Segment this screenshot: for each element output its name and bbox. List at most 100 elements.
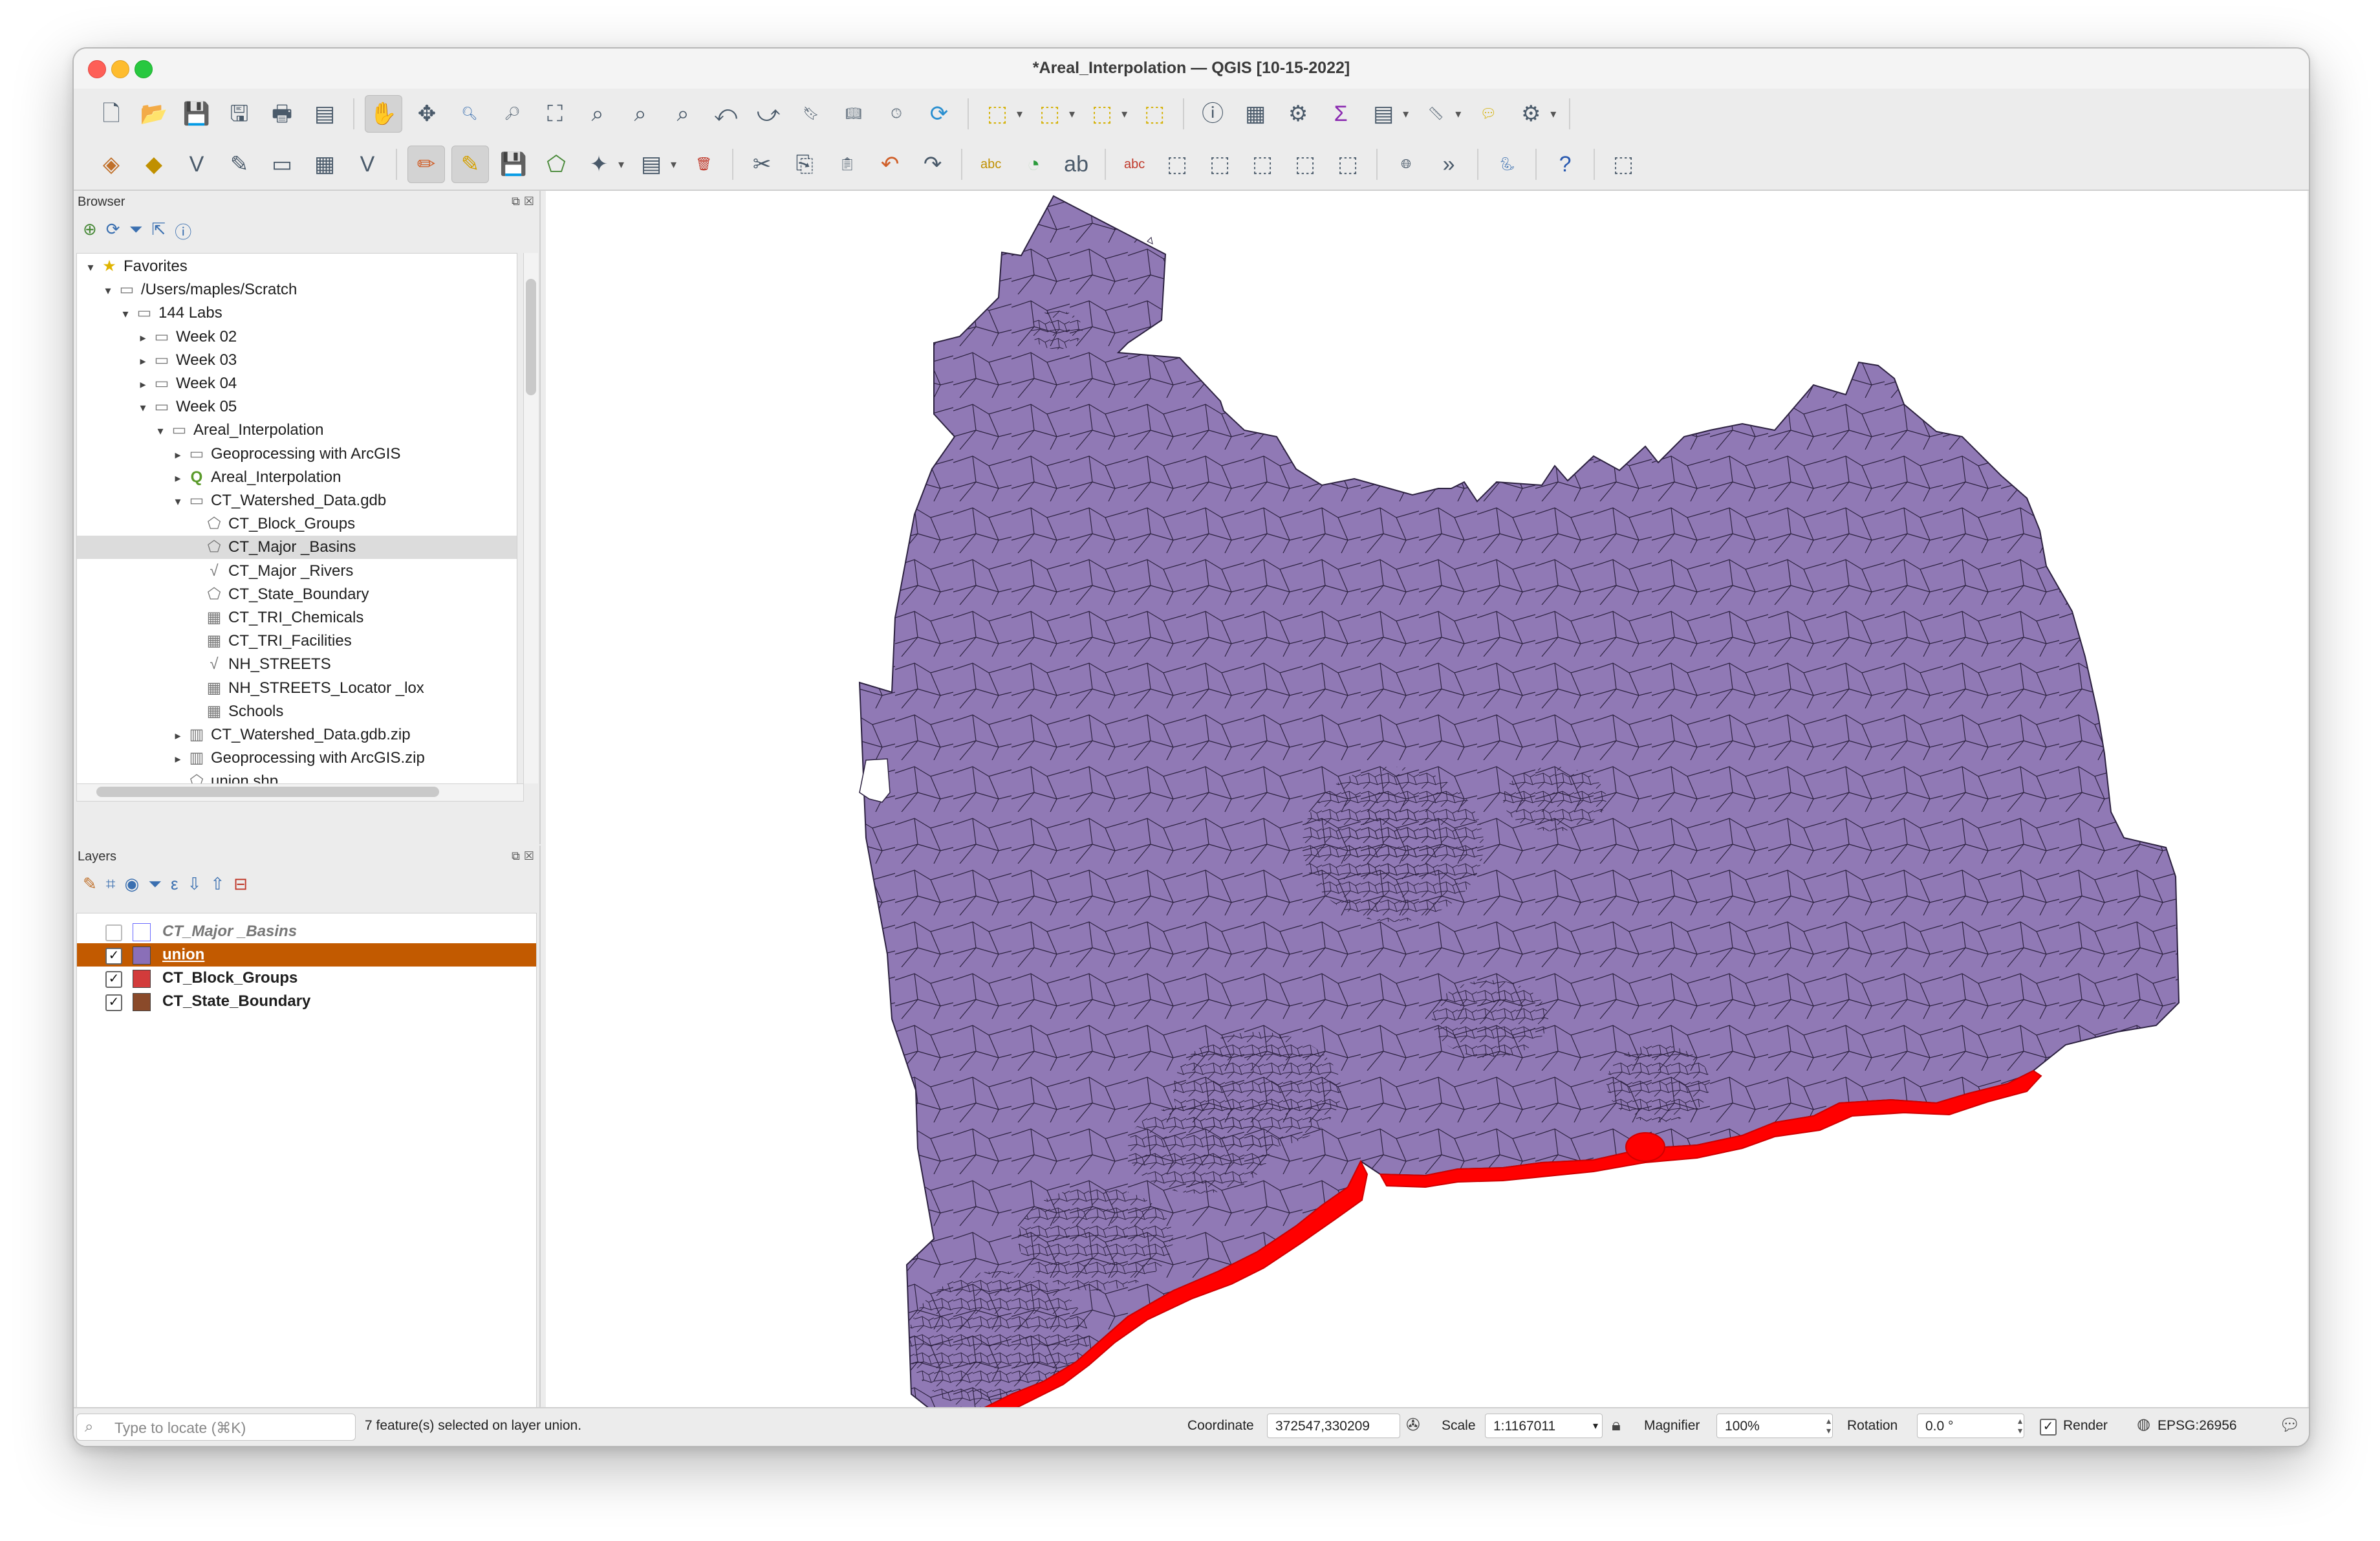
redo-icon[interactable]: ↷ (914, 146, 951, 182)
expand-arrow-icon[interactable]: ▾ (100, 279, 116, 302)
refresh-icon[interactable]: ⟳ (921, 96, 957, 132)
new-vector-tile-icon[interactable]: V (349, 146, 385, 182)
pin-labels-icon[interactable]: ab (1058, 146, 1094, 182)
expand-arrow-icon[interactable]: ▾ (135, 396, 151, 419)
copy-features-icon[interactable]: ⎘ (786, 146, 823, 182)
layer-symbol-swatch[interactable] (133, 970, 151, 988)
label-tool-icon[interactable]: abc (973, 146, 1009, 182)
select-location-icon[interactable]: ⬚ (1136, 96, 1173, 132)
globe-icon[interactable]: 🌐︎ (1388, 146, 1424, 182)
new-virtual-layer-icon[interactable]: ▦ (307, 146, 343, 182)
expand-arrow-icon[interactable]: ▸ (135, 373, 151, 396)
layer-visibility-checkbox[interactable]: ✓ (105, 994, 122, 1011)
browser-item[interactable]: ▦ CT_TRI_Chemicals (77, 606, 364, 629)
plugins-icon[interactable]: ⬚ (1605, 146, 1641, 182)
locator-search[interactable]: ⌕ Type to locate (⌘K) (76, 1414, 356, 1441)
new-temp-layer-icon[interactable]: ▭ (264, 146, 300, 182)
paste-features-icon[interactable]: 📋︎ (829, 146, 865, 182)
expand-arrow-icon[interactable]: ▾ (117, 302, 134, 325)
zoom-layer-icon[interactable]: ⌕ (622, 96, 658, 132)
browser-item[interactable]: ⬠ CT_Block_Groups (77, 512, 356, 536)
vertex-tool-icon[interactable]: ✦ (581, 146, 617, 182)
deselect-icon[interactable]: ⬚ (1084, 96, 1120, 132)
toggle-editing-icon[interactable]: ✎ (451, 146, 489, 183)
change-label-icon[interactable]: ⬚ (1244, 146, 1281, 182)
style-manager-icon[interactable]: ✎ (83, 874, 97, 895)
remove-layer-icon[interactable]: ⊟ (233, 874, 248, 895)
layer-visibility-checkbox[interactable] (105, 924, 122, 941)
browser-item[interactable]: ▾ ▭ Week 05 (77, 395, 237, 419)
rotation-spinner-icon[interactable]: ▴ ▾ (2018, 1416, 2022, 1436)
map-svg[interactable] (546, 191, 2308, 1447)
layer-row[interactable]: ✓ CT_State_Boundary (77, 990, 536, 1013)
annotation-tool-icon[interactable]: ⬚ (1330, 146, 1366, 182)
open-table-dropdown-icon[interactable]: ▾ (1403, 107, 1409, 121)
expand-arrow-icon[interactable]: ▸ (169, 747, 186, 770)
cut-features-icon[interactable]: ✂ (744, 146, 780, 182)
show-hide-labels-icon[interactable]: abc (1116, 146, 1152, 182)
new-geopackage-icon[interactable]: ◆ (136, 146, 172, 182)
browser-item[interactable]: ▸ ▥ Geoprocessing with ArcGIS.zip (77, 747, 424, 770)
show-layout-dropdown-icon[interactable]: ▾ (1550, 107, 1556, 121)
close-panel-icon[interactable]: ☒ (524, 195, 534, 208)
map-tips-icon[interactable]: 💬︎ (1470, 96, 1506, 132)
help-icon[interactable]: ? (1547, 146, 1583, 182)
save-project-icon[interactable]: 💾 (178, 96, 215, 132)
statistical-summary-icon[interactable]: Σ (1323, 96, 1359, 132)
browser-item[interactable]: ▾ ▭ CT_Watershed_Data.gdb (77, 489, 386, 512)
new-bookmark-icon[interactable]: 🔖︎ (793, 96, 829, 132)
layout-manager-icon[interactable]: ▤ (307, 96, 343, 132)
browser-item[interactable]: ▸ ▭ Week 02 (77, 325, 237, 349)
save-edits-icon[interactable]: 💾 (495, 146, 532, 182)
browser-item[interactable]: ▦ CT_TRI_Facilities (77, 629, 352, 653)
vertex-tool-dropdown-icon[interactable]: ▾ (618, 158, 624, 171)
python-console-icon[interactable]: 🐍︎ (1489, 146, 1525, 182)
coordinate-field[interactable]: 372547,330209 (1267, 1414, 1400, 1438)
save-as-icon[interactable]: 🖫 (221, 96, 257, 132)
highlight-pinned-icon[interactable]: ⬚ (1287, 146, 1323, 182)
zoom-native-icon[interactable]: ⌕ (665, 96, 701, 132)
select-by-value-dropdown-icon[interactable]: ▾ (1069, 107, 1075, 121)
map-canvas[interactable] (546, 191, 2308, 1447)
browser-item[interactable]: ▦ NH_STREETS_Locator _lox (77, 677, 424, 700)
browser-item[interactable]: √ NH_STREETS (77, 653, 330, 676)
layer-row[interactable]: ✓ CT_Block_Groups (77, 967, 536, 990)
browser-item[interactable]: ▾ ▭ /Users/maples/Scratch (77, 278, 297, 301)
browser-item[interactable]: ▸ ▭ Week 03 (77, 349, 237, 372)
browser-item[interactable]: ▸ ▭ Geoprocessing with ArcGIS (77, 443, 400, 466)
lock-scale-icon[interactable]: 🔒︎ (1612, 1415, 1621, 1436)
select-features-dropdown-icon[interactable]: ▾ (1017, 107, 1022, 121)
zoom-full-icon[interactable]: ⛶ (537, 96, 573, 132)
expand-arrow-icon[interactable]: ▸ (169, 443, 186, 466)
browser-item[interactable]: ▾ ▭ Areal_Interpolation (77, 419, 323, 442)
float-panel-icon[interactable]: ⧉ (512, 195, 520, 208)
browser-item[interactable]: ▸ Q Areal_Interpolation (77, 466, 341, 489)
rotate-label-icon[interactable]: ⬚ (1202, 146, 1238, 182)
zoom-out-icon[interactable]: 🔎︎ (494, 96, 530, 132)
zoom-in-icon[interactable]: 🔍︎ (451, 96, 488, 132)
float-panel-icon[interactable]: ⧉ (512, 849, 520, 863)
zoom-last-icon[interactable]: ⤺ (708, 96, 744, 132)
close-panel-icon[interactable]: ☒ (524, 849, 534, 863)
digitize-icon[interactable]: ✎ (221, 146, 257, 182)
new-project-icon[interactable]: 🗋 (93, 96, 129, 132)
coordinate-toggle-icon[interactable]: ✇ (1406, 1415, 1420, 1435)
print-layout-icon[interactable]: 🖶 (264, 96, 300, 132)
expand-arrow-icon[interactable]: ▾ (152, 419, 169, 443)
messages-icon[interactable]: 💬︎ (2279, 1415, 2300, 1435)
refresh-icon[interactable]: ⟳ (106, 219, 120, 243)
open-project-icon[interactable]: 📂 (136, 96, 172, 132)
browser-item[interactable]: ⬠ union.shp (77, 770, 279, 784)
browser-tree[interactable]: ▾ ★ Favorites ▾ ▭/Users/maples/Scratch ▾ ▭ 144 … (76, 253, 517, 785)
current-edits-icon[interactable]: ✏ (407, 146, 445, 183)
new-shapefile-icon[interactable]: V (178, 146, 215, 182)
browser-item[interactable]: ⬠ CT_Major _Basins (77, 536, 517, 560)
filter-legend-icon[interactable]: ⏷ (148, 874, 162, 895)
attribute-table-icon[interactable]: ▦ (1237, 96, 1273, 132)
browser-horizontal-scrollbar[interactable] (76, 783, 524, 802)
add-selected-icon[interactable]: ⊕ (83, 219, 97, 243)
delete-selected-icon[interactable]: 🗑︎ (686, 146, 722, 182)
layer-symbol-swatch[interactable] (133, 946, 151, 965)
filter-icon[interactable]: ⏷ (129, 219, 143, 243)
temporal-controller-icon[interactable]: 🕓︎ (878, 96, 914, 132)
